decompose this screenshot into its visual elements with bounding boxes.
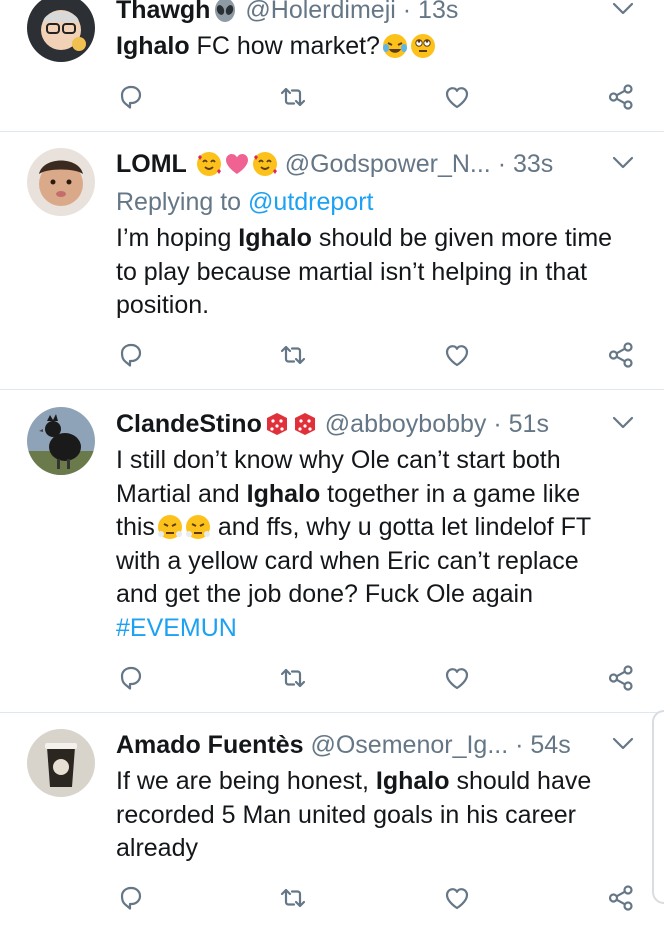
text-span: If we are being honest, xyxy=(116,767,376,795)
text-line: with a yellow card when Eric can’t repla… xyxy=(116,546,579,575)
like-icon[interactable] xyxy=(442,883,472,913)
retweet-icon[interactable] xyxy=(278,663,308,693)
user-handle[interactable]: @Holerdimeji xyxy=(245,0,395,24)
text-span: together in a game like xyxy=(320,479,581,508)
text-span: should have xyxy=(449,767,592,795)
alien-emoji-icon xyxy=(215,0,236,22)
display-name[interactable]: ClandeStino xyxy=(116,410,262,438)
separator-dot: · xyxy=(493,410,502,438)
tears-of-joy-emoji-icon xyxy=(382,34,407,58)
user-handle[interactable]: @Godspower_N... xyxy=(285,150,491,178)
replying-to-label: Replying to xyxy=(116,188,242,216)
divider xyxy=(0,131,664,132)
smiling-hearts-emoji-icon xyxy=(196,152,221,176)
bold-text: Ighalo xyxy=(116,32,190,60)
scroll-handle[interactable] xyxy=(652,710,664,904)
display-name[interactable]: LOML xyxy=(116,150,187,178)
text-line: and get the job done? Fuck Ole again xyxy=(116,580,533,608)
text-span: Martial and xyxy=(116,479,247,508)
steam-face-emoji-icon xyxy=(157,515,182,539)
tweet-text: Ighalo FC how market? xyxy=(116,30,634,64)
share-icon[interactable] xyxy=(606,663,636,693)
action-bar xyxy=(0,663,664,693)
timestamp[interactable]: 13s xyxy=(418,0,458,24)
text-line: I’m hoping Ighalo should be given more t… xyxy=(116,222,634,256)
like-icon[interactable] xyxy=(442,82,472,112)
avatar[interactable] xyxy=(27,0,95,62)
like-icon[interactable] xyxy=(442,340,472,370)
text-line: position. xyxy=(116,291,210,319)
tweet-text: I still don’t know why Ole can’t start b… xyxy=(116,444,634,645)
text-span: FC how market? xyxy=(189,32,380,60)
text-line: this and ffs, why u gotta let lindelof F… xyxy=(116,511,634,545)
text-line: to play because martial isn’t helping in… xyxy=(116,257,588,286)
user-handle[interactable]: @abboybobby xyxy=(325,410,487,438)
separator-dot: · xyxy=(402,0,412,24)
timestamp[interactable]: 54s xyxy=(530,731,570,759)
chevron-down-icon[interactable] xyxy=(612,737,634,751)
tweet-header: LOML @Godspower_N... · 33s xyxy=(116,148,618,180)
avatar[interactable] xyxy=(27,148,95,216)
bold-text: Ighalo xyxy=(375,767,450,795)
timestamp[interactable]: 33s xyxy=(513,150,553,178)
retweet-icon[interactable] xyxy=(278,883,308,913)
hashtag-link[interactable]: #EVEMUN xyxy=(116,612,634,646)
text-line: already xyxy=(116,834,198,862)
text-span: and ffs, why u gotta let lindelof FT xyxy=(210,513,592,541)
text-line: If we are being honest, Ighalo should ha… xyxy=(116,765,634,799)
divider xyxy=(0,712,664,713)
user-handle[interactable]: @Osemenor_Ig... xyxy=(310,731,508,759)
text-span: this xyxy=(116,513,155,541)
bold-text: Ighalo xyxy=(246,479,321,508)
action-bar xyxy=(0,883,664,913)
action-bar xyxy=(0,82,664,112)
steam-face-emoji-icon xyxy=(185,515,210,539)
reply-icon[interactable] xyxy=(116,663,146,693)
chevron-down-icon[interactable] xyxy=(612,2,634,16)
avatar[interactable] xyxy=(27,407,95,475)
divider xyxy=(0,389,664,390)
tweet-header: ClandeStino @abboybobby · 51s xyxy=(116,408,618,440)
display-name[interactable]: Amado Fuentès xyxy=(116,731,304,759)
display-name[interactable]: Thawgh xyxy=(116,0,210,24)
share-icon[interactable] xyxy=(606,883,636,913)
pink-heart-emoji-icon xyxy=(225,154,248,174)
replying-to: Replying to @utdreport xyxy=(116,186,373,218)
bold-text: Ighalo xyxy=(238,224,312,252)
text-line: recorded 5 Man united goals in his caree… xyxy=(116,800,576,829)
like-icon[interactable] xyxy=(442,663,472,693)
share-icon[interactable] xyxy=(606,340,636,370)
reply-icon[interactable] xyxy=(116,883,146,913)
separator-dot: · xyxy=(497,150,507,178)
dice-emoji-icon xyxy=(294,413,315,435)
tweet-header: Amado Fuentès @Osemenor_Ig... · 54s xyxy=(116,729,618,761)
dice-emoji-icon xyxy=(266,413,287,435)
reply-icon[interactable] xyxy=(116,340,146,370)
avatar[interactable] xyxy=(27,729,95,797)
tweet-header: Thawgh @Holerdimeji · 13s xyxy=(116,0,618,26)
text-line: I still don’t know why Ole can’t start b… xyxy=(116,446,561,474)
action-bar xyxy=(0,340,664,370)
chevron-down-icon[interactable] xyxy=(612,156,634,170)
retweet-icon[interactable] xyxy=(278,82,308,112)
reply-icon[interactable] xyxy=(116,82,146,112)
text-span: should be given more time xyxy=(311,224,613,252)
separator-dot: · xyxy=(515,731,524,759)
eye-roll-emoji-icon xyxy=(410,34,435,58)
tweet-text: I’m hoping Ighalo should be given more t… xyxy=(116,222,634,323)
share-icon[interactable] xyxy=(606,82,636,112)
text-span: I’m hoping xyxy=(116,224,239,252)
tweet-text: If we are being honest, Ighalo should ha… xyxy=(116,765,634,866)
text-line: Martial and Ighalo together in a game li… xyxy=(116,478,634,512)
timestamp[interactable]: 51s xyxy=(509,410,549,438)
smiling-hearts-emoji-icon xyxy=(252,152,277,176)
chevron-down-icon[interactable] xyxy=(612,416,634,430)
reply-mention-link[interactable]: @utdreport xyxy=(248,188,373,216)
retweet-icon[interactable] xyxy=(278,340,308,370)
